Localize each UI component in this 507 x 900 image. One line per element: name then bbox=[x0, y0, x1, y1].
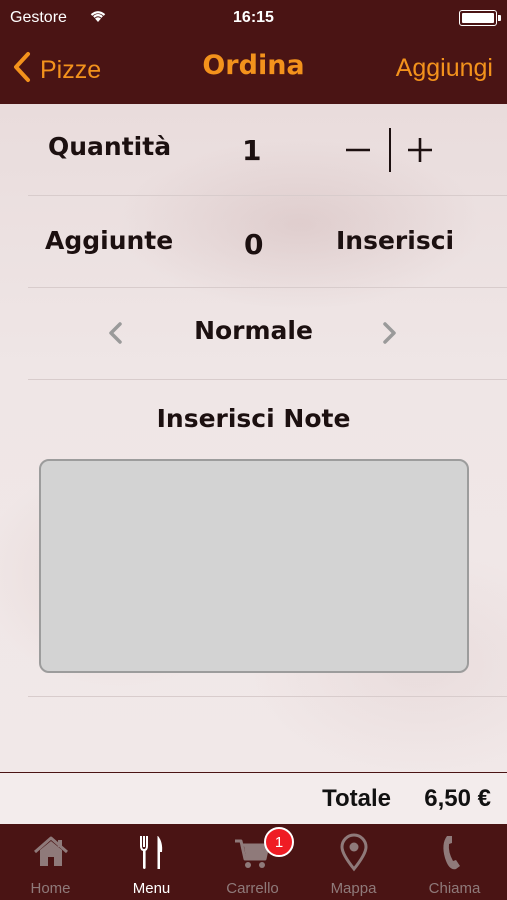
tab-call[interactable]: Chiama bbox=[404, 824, 505, 900]
decrement-button[interactable] bbox=[333, 124, 383, 176]
total-label: Totale bbox=[322, 785, 391, 812]
tab-menu-label: Menu bbox=[132, 880, 171, 897]
total-value: 6,50 € bbox=[424, 785, 491, 812]
size-picker-row: Normale bbox=[28, 288, 507, 380]
navigation-bar: Pizze Ordina Aggiungi bbox=[0, 36, 507, 104]
status-bar: Gestore 16:15 bbox=[0, 0, 507, 36]
order-form: Quantità 1 Aggiunte 0 Inserisci Normale … bbox=[0, 104, 507, 772]
map-pin-icon bbox=[334, 832, 374, 872]
stepper-divider bbox=[389, 128, 391, 172]
tab-cart[interactable]: 1 Carrello bbox=[202, 824, 303, 900]
back-button[interactable]: Pizze bbox=[12, 50, 101, 90]
chevron-left-icon bbox=[12, 51, 40, 90]
status-time: 16:15 bbox=[233, 9, 274, 26]
quantity-row: Quantità 1 bbox=[28, 104, 507, 196]
additions-label: Aggiunte bbox=[45, 226, 174, 255]
phone-icon bbox=[435, 832, 475, 872]
fork-knife-icon bbox=[132, 832, 172, 872]
divider bbox=[28, 696, 507, 697]
tab-home-label: Home bbox=[30, 880, 71, 897]
battery-icon bbox=[459, 10, 501, 26]
add-to-order-button[interactable]: Aggiungi bbox=[396, 54, 493, 83]
tab-home[interactable]: Home bbox=[0, 824, 101, 900]
quantity-label: Quantità bbox=[48, 132, 172, 161]
back-button-label: Pizze bbox=[40, 55, 102, 84]
tab-call-label: Chiama bbox=[428, 880, 481, 897]
quantity-value: 1 bbox=[242, 134, 262, 167]
chevron-right-icon bbox=[383, 322, 396, 344]
notes-title: Inserisci Note bbox=[156, 404, 351, 433]
additions-row: Aggiunte 0 Inserisci bbox=[28, 196, 507, 288]
size-option-value: Normale bbox=[194, 316, 313, 345]
total-bar: Totale 6,50 € bbox=[0, 772, 507, 824]
quantity-stepper[interactable] bbox=[333, 124, 445, 176]
plus-icon bbox=[408, 138, 432, 162]
tab-bar: Home Menu 1 Carrello Mappa Chiama bbox=[0, 824, 507, 900]
additions-value: 0 bbox=[244, 228, 264, 261]
cart-badge: 1 bbox=[264, 827, 294, 857]
tab-map[interactable]: Mappa bbox=[303, 824, 404, 900]
tab-menu[interactable]: Menu bbox=[101, 824, 202, 900]
home-icon bbox=[31, 832, 71, 872]
increment-button[interactable] bbox=[395, 124, 445, 176]
tab-map-label: Mappa bbox=[330, 880, 377, 897]
minus-icon bbox=[346, 148, 370, 152]
notes-field[interactable] bbox=[39, 459, 469, 673]
insert-additions-button[interactable]: Inserisci bbox=[336, 226, 454, 255]
tab-cart-label: Carrello bbox=[226, 880, 279, 897]
next-option-button[interactable] bbox=[379, 318, 401, 348]
